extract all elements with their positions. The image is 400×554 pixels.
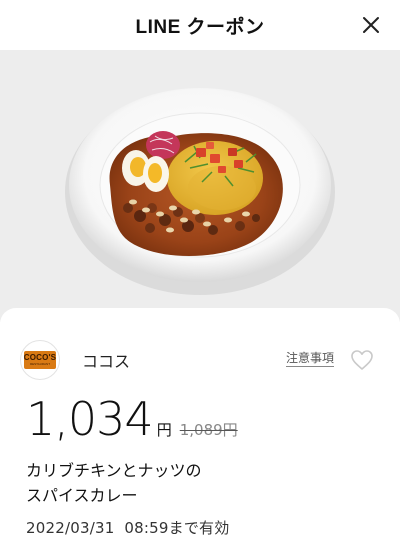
header-title: LINE クーポン (135, 16, 265, 38)
close-button[interactable] (356, 10, 386, 40)
logo-subtext: RESTAURANT (29, 362, 51, 366)
logo-text: COCO'S (23, 353, 57, 362)
yen-unit: 円 (156, 421, 172, 439)
expiry-date: 2022/03/31 08:59まで有効 (26, 519, 230, 537)
brand-row: COCO'S RESTAURANT ココス 注意事項 (20, 340, 380, 380)
brand-logo: COCO'S RESTAURANT (20, 340, 60, 380)
discount-price: 1,034 (26, 392, 154, 446)
price-row: 1,034 円 1,089円 (26, 392, 238, 450)
original-price: 1,089円 (179, 421, 238, 439)
curry-dish-photo (65, 88, 335, 295)
heart-outline-icon (351, 350, 373, 370)
coupon-title-line2: スパイスカレー (26, 486, 138, 505)
coupon-title-line1: カリブチキンとナッツの (26, 461, 202, 480)
header-bar: LINE クーポン (0, 0, 400, 50)
close-icon (363, 17, 379, 33)
notice-link[interactable]: 注意事項 (285, 351, 334, 367)
coupon-card: COCO'S RESTAURANT ココス 注意事項 1,034 円 1,089… (0, 308, 400, 554)
brand-name: ココス (82, 352, 131, 371)
hero-food-image (0, 50, 400, 322)
favorite-button[interactable] (348, 346, 376, 374)
coupon-title: カリブチキンとナッツの スパイスカレー (26, 458, 366, 508)
